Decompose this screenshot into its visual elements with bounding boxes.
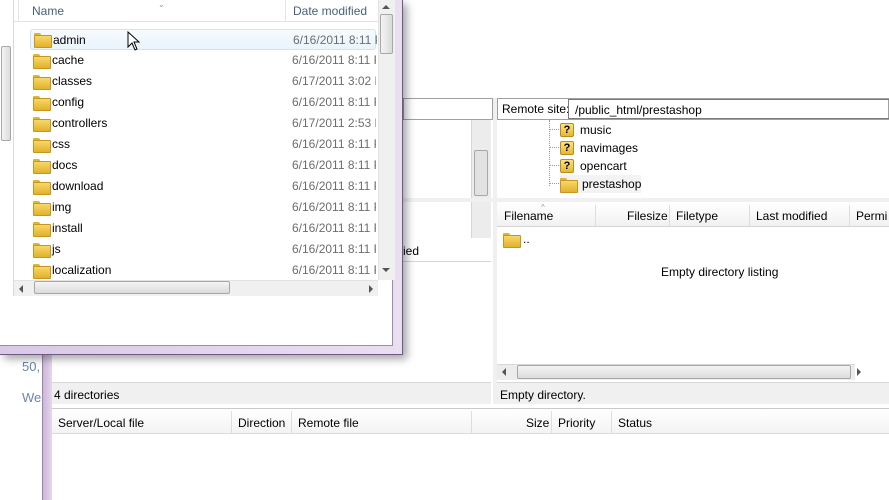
column-name[interactable]: Name xyxy=(32,4,64,18)
queue-column-size[interactable]: Size xyxy=(526,416,549,430)
list-item[interactable]: css 6/16/2011 8:11 P xyxy=(30,134,376,155)
remote-site-label: Remote site: xyxy=(502,102,570,116)
question-folder-icon: ? xyxy=(560,123,574,137)
folder-icon xyxy=(33,54,51,69)
scroll-left-icon[interactable] xyxy=(19,285,23,293)
local-file-list[interactable] xyxy=(403,262,491,382)
folder-icon xyxy=(503,232,521,248)
folder-icon xyxy=(33,201,51,216)
queue-column-priority[interactable]: Priority xyxy=(558,416,595,430)
queue-column-status[interactable]: Status xyxy=(618,416,652,430)
window-frame-left xyxy=(42,355,52,500)
folder-icon xyxy=(33,96,51,111)
queue-column-server-local-file[interactable]: Server/Local file xyxy=(58,416,144,430)
navigation-pane[interactable] xyxy=(0,0,14,296)
list-item[interactable]: js 6/16/2011 8:11 P xyxy=(30,239,376,260)
list-item[interactable]: img 6/16/2011 8:11 P xyxy=(30,197,376,218)
list-item[interactable]: classes 6/17/2011 3:02 P xyxy=(30,71,376,92)
column-date-modified[interactable]: Date modified xyxy=(293,4,367,18)
list-item[interactable]: docs 6/16/2011 8:11 P xyxy=(30,155,376,176)
folder-icon xyxy=(33,159,51,174)
question-folder-icon: ? xyxy=(560,159,574,173)
folder-icon xyxy=(33,75,51,90)
remote-tree-item-navimages[interactable]: ? navimages xyxy=(560,139,638,157)
queue-column-direction[interactable]: Direction xyxy=(238,416,285,430)
list-item[interactable]: install 6/16/2011 8:11 P xyxy=(30,218,376,239)
remote-empty-message: Empty directory listing xyxy=(661,265,779,279)
remote-status-bar: Empty directory. xyxy=(497,382,889,404)
scroll-down-icon[interactable] xyxy=(382,268,390,272)
folder-icon xyxy=(33,222,51,237)
remote-file-list[interactable] xyxy=(497,227,889,364)
list-item[interactable]: localization 6/16/2011 8:11 P xyxy=(30,260,376,280)
remote-column-filetype[interactable]: Filetype xyxy=(676,209,718,223)
file-list-vscroll-thumb[interactable] xyxy=(380,14,393,54)
list-item[interactable]: controllers 6/17/2011 2:53 P xyxy=(30,113,376,134)
scroll-right-icon[interactable] xyxy=(369,285,373,293)
file-list[interactable]: admin 6/16/2011 8:11 P cache 6/16/2011 8… xyxy=(14,22,378,280)
remote-column-filename[interactable]: Filename xyxy=(504,209,553,223)
sort-ascending-icon: ^ xyxy=(541,203,545,212)
local-status-bar: 4 directories xyxy=(52,382,491,404)
list-item[interactable]: download 6/16/2011 8:11 P xyxy=(30,176,376,197)
remote-tree-item-music[interactable]: ? music xyxy=(560,121,611,139)
sort-indicator-icon: ⌄ xyxy=(158,0,165,9)
remote-tree-item-prestashop[interactable]: prestashop xyxy=(560,175,642,193)
list-item[interactable]: config 6/16/2011 8:11 P xyxy=(30,92,376,113)
folder-icon xyxy=(33,264,51,279)
folder-icon xyxy=(33,117,51,132)
remote-tree-item-opencart[interactable]: ? opencart xyxy=(560,157,627,175)
list-item[interactable]: admin 6/16/2011 8:11 P xyxy=(30,29,377,50)
background-text-2: We xyxy=(22,390,42,405)
folder-icon xyxy=(34,33,52,48)
file-list-hscroll-thumb[interactable] xyxy=(34,281,230,294)
remote-path-input[interactable]: /public_html/prestashop xyxy=(568,99,889,119)
local-tree-scroll-thumb[interactable] xyxy=(474,150,488,196)
queue-column-remote-file[interactable]: Remote file xyxy=(298,416,359,430)
remote-column-permissions[interactable]: Permi xyxy=(856,209,887,223)
tree-list-splitter[interactable] xyxy=(403,198,889,202)
remote-tree[interactable]: ? music ? navimages ? opencart prestasho… xyxy=(497,120,889,198)
folder-icon xyxy=(33,138,51,153)
folder-icon xyxy=(33,243,51,258)
remote-column-filesize[interactable]: Filesize xyxy=(627,209,668,223)
mouse-cursor-icon xyxy=(127,31,141,51)
question-folder-icon: ? xyxy=(560,141,574,155)
local-site-bar[interactable] xyxy=(403,98,493,120)
file-list-header: Name Date modified xyxy=(14,0,378,22)
scroll-right-icon[interactable] xyxy=(857,368,861,376)
scroll-up-icon[interactable] xyxy=(382,5,390,9)
folder-icon xyxy=(33,180,51,195)
desktop-area xyxy=(0,355,42,500)
remote-column-last-modified[interactable]: Last modified xyxy=(756,209,827,223)
list-item[interactable]: cache 6/16/2011 8:11 P xyxy=(30,50,376,71)
remote-parent-directory[interactable]: .. xyxy=(503,232,530,248)
background-text-1: 50, xyxy=(22,359,41,374)
scroll-left-icon[interactable] xyxy=(502,368,506,376)
folder-icon xyxy=(560,177,578,193)
navigation-scroll-thumb[interactable] xyxy=(1,46,11,141)
remote-list-hscroll-thumb[interactable] xyxy=(517,365,851,379)
